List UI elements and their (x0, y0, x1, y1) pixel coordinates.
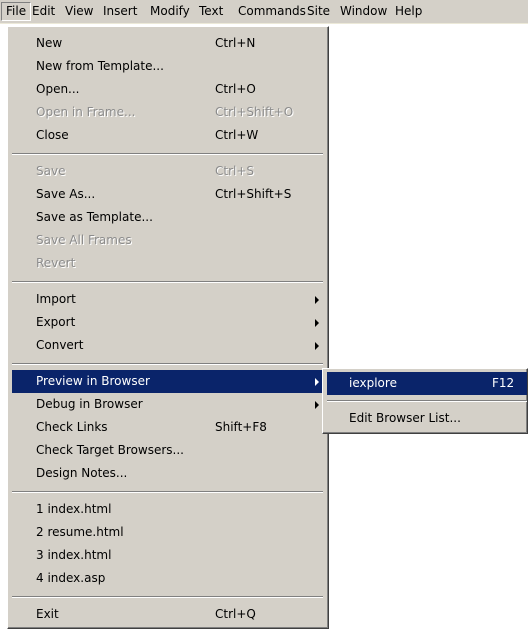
menu-item-shortcut: F12 (492, 376, 515, 390)
menu-item-close[interactable]: Close Ctrl+W (12, 124, 323, 147)
menu-item-label: 1 index.html (36, 502, 112, 516)
menu-item-label: 3 index.html (36, 548, 112, 562)
menu-item-exit[interactable]: Exit Ctrl+Q (12, 603, 323, 626)
preview-in-browser-submenu: iexplore F12 Edit Browser List... (322, 368, 528, 434)
menu-item-label: Save All Frames (36, 233, 132, 247)
recent-file-item[interactable]: 1 index.html (12, 498, 323, 521)
menu-item-label: Check Links (36, 420, 108, 434)
menu-item-label: New from Template... (36, 59, 164, 73)
menu-item-save: Save Ctrl+S (12, 160, 323, 183)
menu-separator (327, 400, 527, 402)
menu-item-import[interactable]: Import (12, 288, 323, 311)
menu-item-new[interactable]: New Ctrl+N (12, 32, 323, 55)
menu-item-label: Import (36, 292, 76, 306)
submenu-arrow-icon (315, 342, 319, 350)
menu-item-shortcut: Ctrl+N (215, 36, 256, 50)
menu-item-label: Edit Browser List... (349, 411, 461, 425)
menu-item-label: Exit (36, 607, 59, 621)
submenu-item-iexplore[interactable]: iexplore F12 (327, 372, 527, 395)
menu-item-check-links[interactable]: Check Links Shift+F8 (12, 416, 323, 439)
menu-modify[interactable]: Modify (145, 2, 195, 21)
menu-item-shortcut: Ctrl+Shift+O (215, 105, 294, 119)
menu-item-save-as[interactable]: Save As... Ctrl+Shift+S (12, 183, 323, 206)
menu-edit[interactable]: Edit (27, 2, 60, 21)
menu-item-shortcut: Ctrl+Shift+S (215, 187, 292, 201)
menu-view[interactable]: View (60, 2, 98, 21)
menu-item-debug-in-browser[interactable]: Debug in Browser (12, 393, 323, 416)
menu-item-open[interactable]: Open... Ctrl+O (12, 78, 323, 101)
menu-separator (12, 153, 323, 155)
menu-item-label: Close (36, 128, 69, 142)
menu-text[interactable]: Text (194, 2, 228, 21)
file-menu: New Ctrl+N New from Template... Open... … (7, 26, 329, 629)
menu-item-label: Open... (36, 82, 80, 96)
menu-item-shortcut: Shift+F8 (215, 420, 267, 434)
menu-item-revert: Revert (12, 252, 323, 275)
menu-item-shortcut: Ctrl+O (215, 82, 256, 96)
menu-commands[interactable]: Commands (233, 2, 311, 21)
menu-item-label: New (36, 36, 63, 50)
menu-item-check-target-browsers[interactable]: Check Target Browsers... (12, 439, 323, 462)
menu-bar: File Edit View Insert Modify Text Comman… (0, 0, 528, 24)
menu-item-label: Export (36, 315, 76, 329)
menu-item-label: 2 resume.html (36, 525, 124, 539)
menu-item-label: Save As... (36, 187, 96, 201)
submenu-arrow-icon (315, 296, 319, 304)
menu-separator (12, 281, 323, 283)
menu-item-label: Save as Template... (36, 210, 153, 224)
menu-item-label: Debug in Browser (36, 397, 143, 411)
menu-item-label: 4 index.asp (36, 571, 106, 585)
menu-item-label: Revert (36, 256, 76, 270)
menu-item-convert[interactable]: Convert (12, 334, 323, 357)
menu-item-label: Preview in Browser (36, 374, 150, 388)
submenu-item-edit-browser-list[interactable]: Edit Browser List... (327, 407, 527, 430)
menu-separator (12, 491, 323, 493)
submenu-arrow-icon (315, 401, 319, 409)
menu-item-label: Open in Frame... (36, 105, 136, 119)
menu-item-label: Save (36, 164, 66, 178)
menu-separator (12, 363, 323, 365)
submenu-arrow-icon (315, 378, 319, 386)
recent-file-item[interactable]: 4 index.asp (12, 567, 323, 590)
menu-item-new-from-template[interactable]: New from Template... (12, 55, 323, 78)
menu-item-preview-in-browser[interactable]: Preview in Browser (12, 370, 323, 393)
menu-item-save-as-template[interactable]: Save as Template... (12, 206, 323, 229)
menu-item-shortcut: Ctrl+S (215, 164, 255, 178)
menu-separator (12, 596, 323, 598)
recent-file-item[interactable]: 3 index.html (12, 544, 323, 567)
menu-insert[interactable]: Insert (98, 2, 142, 21)
menu-item-shortcut: Ctrl+W (215, 128, 259, 142)
menu-window[interactable]: Window (335, 2, 392, 21)
menu-item-shortcut: Ctrl+Q (215, 607, 256, 621)
menu-item-label: Design Notes... (36, 466, 128, 480)
submenu-arrow-icon (315, 319, 319, 327)
menu-site[interactable]: Site (302, 2, 335, 21)
menu-item-design-notes[interactable]: Design Notes... (12, 462, 323, 485)
menu-item-label: iexplore (349, 376, 397, 390)
menu-item-label: Convert (36, 338, 84, 352)
recent-file-item[interactable]: 2 resume.html (12, 521, 323, 544)
menu-item-export[interactable]: Export (12, 311, 323, 334)
menu-item-label: Check Target Browsers... (36, 443, 184, 457)
menu-help[interactable]: Help (390, 2, 427, 21)
menu-item-open-in-frame: Open in Frame... Ctrl+Shift+O (12, 101, 323, 124)
menu-item-save-all-frames: Save All Frames (12, 229, 323, 252)
